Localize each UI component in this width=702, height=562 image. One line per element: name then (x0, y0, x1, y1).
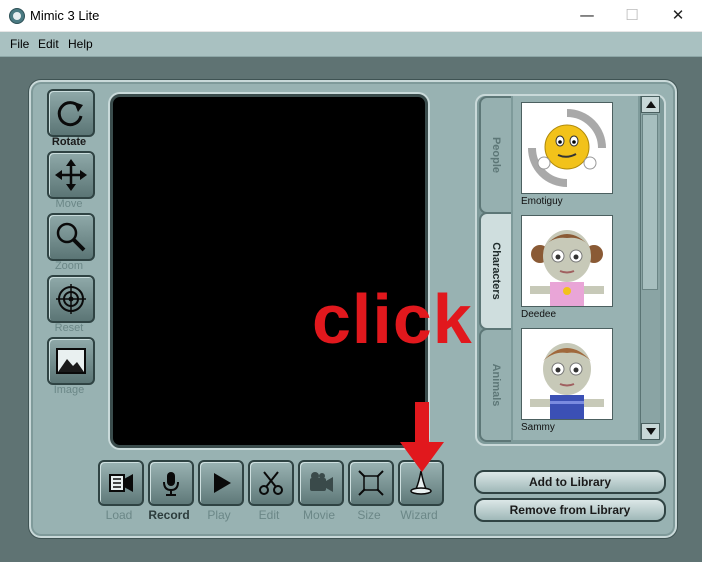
record-button[interactable] (148, 460, 194, 506)
deedee-thumbnail (521, 215, 613, 307)
minimize-button[interactable]: — (564, 0, 610, 31)
list-item-sammy[interactable]: Sammy (521, 328, 613, 433)
wizard-label: Wizard (400, 508, 438, 522)
sammy-image (530, 343, 604, 419)
resize-icon (358, 470, 384, 496)
movie-button[interactable] (298, 460, 344, 506)
scroll-up-arrow-icon[interactable] (641, 96, 660, 113)
tab-people-label: People (490, 136, 502, 174)
size-label: Size (357, 508, 381, 522)
size-button[interactable] (348, 460, 394, 506)
magnifier-icon (56, 222, 86, 252)
landscape-image-icon (56, 348, 86, 374)
remove-from-library-button[interactable]: Remove from Library (474, 498, 666, 522)
close-button[interactable]: ✕ (655, 0, 701, 31)
move-button[interactable] (47, 151, 95, 199)
emotiguy-thumbnail (521, 102, 613, 194)
menu-help[interactable]: Help (68, 37, 93, 51)
tab-people[interactable]: People (479, 96, 511, 214)
click-annotation-text: click (312, 280, 473, 358)
list-item-deedee[interactable]: Deedee (521, 215, 613, 320)
reset-button[interactable] (47, 275, 95, 323)
title-bar: Mimic 3 Lite — ☐ ✕ (0, 0, 702, 32)
rotate-icon (57, 101, 83, 127)
image-label: Image (53, 384, 85, 396)
play-icon (214, 473, 231, 493)
film-load-icon (109, 474, 133, 492)
record-label: Record (148, 508, 190, 522)
zoom-button[interactable] (47, 213, 95, 261)
deedee-name: Deedee (521, 309, 557, 320)
tab-animals[interactable]: Animals (479, 328, 511, 442)
menu-edit[interactable]: Edit (38, 37, 59, 51)
scroll-thumb[interactable] (642, 114, 658, 290)
movie-label: Movie (302, 508, 335, 522)
play-button[interactable] (198, 460, 244, 506)
menu-bar: File Edit Help (0, 32, 702, 57)
tab-characters[interactable]: Characters (479, 212, 511, 330)
rotate-label: Rotate (51, 136, 87, 148)
add-to-library-button[interactable]: Add to Library (474, 470, 666, 494)
maximize-button[interactable]: ☐ (609, 0, 655, 31)
image-button[interactable] (47, 337, 95, 385)
emotiguy-image (528, 109, 606, 187)
emotiguy-name: Emotiguy (521, 196, 563, 207)
scroll-down-arrow-icon[interactable] (641, 423, 660, 440)
edit-button[interactable] (248, 460, 294, 506)
app-icon (9, 8, 25, 24)
library-scrollbar[interactable] (640, 96, 660, 440)
character-list: Emotiguy Deedee Sammy (513, 96, 638, 440)
tab-animals-label: Animals (490, 363, 502, 407)
red-down-arrow-icon (400, 402, 444, 472)
list-item-emotiguy[interactable]: Emotiguy (521, 102, 613, 207)
crosshair-icon (56, 284, 86, 314)
load-label: Load (105, 508, 133, 522)
sammy-thumbnail (521, 328, 613, 420)
load-button[interactable] (98, 460, 144, 506)
reset-label: Reset (54, 322, 84, 334)
deedee-image (530, 230, 604, 306)
zoom-label: Zoom (54, 260, 84, 272)
play-label: Play (207, 508, 231, 522)
move-label: Move (55, 198, 83, 210)
microphone-icon (163, 472, 179, 496)
scissors-icon (259, 471, 283, 495)
sammy-name: Sammy (521, 422, 555, 433)
tab-characters-label: Characters (490, 242, 502, 300)
movie-camera-icon (310, 472, 333, 492)
move-arrows-icon (55, 159, 87, 191)
menu-file[interactable]: File (10, 37, 29, 51)
window-title: Mimic 3 Lite (30, 8, 100, 23)
edit-label: Edit (258, 508, 280, 522)
rotate-button[interactable] (47, 89, 95, 137)
character-viewport[interactable] (110, 94, 428, 448)
